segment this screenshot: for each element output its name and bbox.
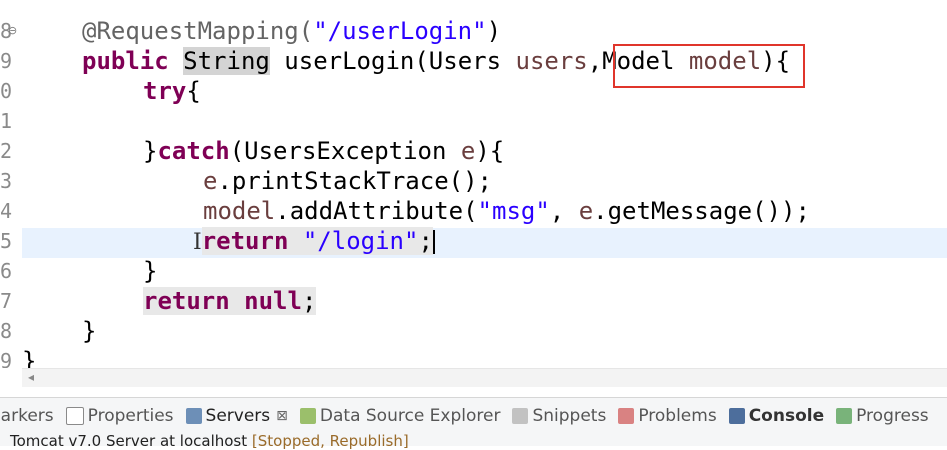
tab-snippets[interactable]: Snippets: [512, 406, 606, 426]
code-text: }: [143, 257, 158, 285]
code-text: }: [22, 347, 37, 368]
code-line[interactable]: e.printStackTrace();: [0, 166, 947, 196]
code-line[interactable]: return null;: [0, 286, 947, 316]
tab-problems[interactable]: Problems: [618, 406, 717, 426]
tab-label: Snippets: [532, 406, 607, 426]
type-occurrence-highlight: String: [183, 47, 270, 75]
code-text: (UsersException: [229, 137, 461, 165]
parameter: users: [515, 47, 588, 75]
code-text: .addAttribute(: [275, 197, 478, 225]
string-literal: "msg": [477, 197, 550, 225]
highlight-annotation-box: [613, 44, 805, 88]
tab-servers[interactable]: Servers ⊠: [185, 406, 288, 426]
code-text: ){: [475, 137, 505, 165]
code-text: .getMessage());: [593, 197, 810, 225]
parameter: e: [460, 137, 476, 165]
keyword: return: [143, 287, 230, 315]
server-name: Tomcat v7.0 Server at localhost: [10, 432, 248, 450]
view-tabs: Markers Properties Servers ⊠ Data Source …: [0, 398, 941, 434]
variable: e: [203, 167, 218, 195]
console-icon: [728, 408, 745, 424]
code-line[interactable]: model.addAttribute("msg", e.getMessage()…: [0, 196, 947, 226]
scroll-left-icon[interactable]: ◂: [28, 370, 34, 384]
servers-icon: [185, 408, 202, 424]
code-text: ,: [587, 47, 603, 75]
tab-markers[interactable]: Markers: [0, 406, 54, 426]
variable: e: [578, 197, 594, 225]
tab-label: Data Source Explorer: [319, 406, 501, 426]
code-text: ;: [418, 227, 433, 255]
code-editor[interactable]: 8 ⊖ 9 0 1 2 3 4 5 6 7 8 9 @RequestMappin…: [0, 0, 947, 368]
tab-console[interactable]: Console: [728, 406, 825, 426]
tab-label: Console: [748, 406, 825, 426]
problems-icon: [618, 408, 635, 424]
server-state: [Stopped, Republish]: [251, 432, 409, 450]
tab-data-source-explorer[interactable]: Data Source Explorer: [299, 406, 501, 426]
tab-label: Properties: [87, 406, 174, 426]
code-text: ,: [549, 197, 579, 225]
code-line[interactable]: }: [0, 256, 947, 286]
tab-progress[interactable]: Progress: [836, 406, 929, 426]
bottom-panel: Markers Properties Servers ⊠ Data Source …: [0, 397, 947, 450]
text-cursor-icon: I: [193, 230, 202, 255]
string-literal: "/login": [302, 227, 419, 255]
annotation: @RequestMapping(: [82, 17, 314, 45]
data-source-icon: [299, 408, 316, 424]
code-line[interactable]: @RequestMapping("/userLogin"): [0, 16, 947, 46]
code-text: ): [486, 17, 502, 45]
properties-icon: [65, 407, 84, 425]
code-line[interactable]: [0, 106, 947, 136]
tab-label: Servers: [205, 406, 271, 426]
keyword: catch: [157, 137, 230, 165]
horizontal-scrollbar[interactable]: ◂: [22, 368, 947, 387]
keyword: null: [244, 287, 302, 315]
close-tab-icon[interactable]: ⊠: [276, 408, 288, 424]
tab-label: Problems: [638, 406, 717, 426]
snippets-icon: [512, 408, 529, 424]
tab-label: Markers: [0, 406, 54, 426]
code-line[interactable]: }: [0, 316, 947, 346]
keyword: try: [143, 77, 187, 105]
code-text: userLogin(Users: [269, 47, 516, 75]
code-text: }: [143, 137, 158, 165]
code-line[interactable]: }catch(UsersException e){: [0, 136, 947, 166]
string-literal: "/userLogin": [313, 17, 487, 45]
tab-label: Progress: [856, 406, 929, 426]
server-entry[interactable]: Tomcat v7.0 Server at localhost [Stopped…: [10, 432, 409, 450]
variable: model: [203, 197, 276, 225]
keyword: public: [82, 47, 169, 75]
progress-icon: [836, 408, 853, 424]
code-text: }: [82, 317, 97, 345]
code-text: {: [186, 77, 201, 105]
keyword: return: [201, 227, 289, 255]
code-line[interactable]: }: [0, 346, 947, 368]
caret: [432, 230, 435, 254]
code-line-current[interactable]: Ireturn "/login";: [0, 226, 947, 256]
tab-properties[interactable]: Properties: [65, 406, 174, 426]
code-text: ;: [301, 287, 317, 315]
code-text: .printStackTrace();: [217, 167, 492, 195]
